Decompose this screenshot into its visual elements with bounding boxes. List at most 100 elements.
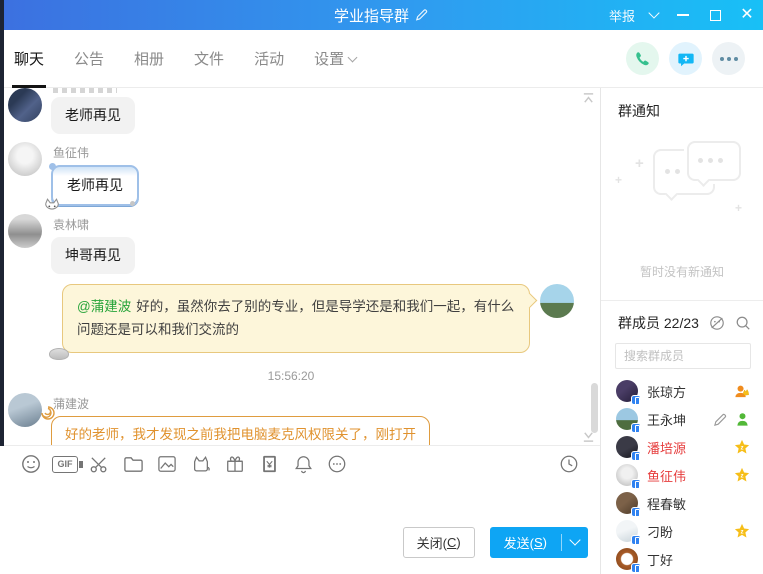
message-input[interactable] (0, 482, 600, 520)
members-header: 群成员 22/23 (601, 301, 763, 341)
create-chat-button[interactable] (669, 42, 702, 75)
window-title: 学业指导群 (334, 5, 409, 26)
message-bubble-orange[interactable]: 好的老师，我才发现之前我把电脑麦克风权限关了，刚打开 (51, 416, 430, 445)
send-button-group: 发送(S) (490, 527, 588, 558)
sender-name: 鱼征伟 (53, 144, 139, 161)
sidebar: 群通知 + + + 暂时没有新通知 群成员 22/23 (600, 88, 763, 574)
member-search-input[interactable] (615, 343, 751, 369)
message-row: 袁林啸 坤哥再见 (8, 214, 574, 274)
sticker-bag-button[interactable] (184, 449, 218, 479)
plus-decoration: + (615, 173, 622, 187)
member-name: 丁好 (647, 550, 673, 569)
bell-icon (294, 454, 313, 474)
send-options-button[interactable] (562, 527, 588, 558)
message-row: 老师再见 (8, 88, 574, 134)
voice-call-button[interactable] (626, 42, 659, 75)
star-badge-icon: z (734, 523, 750, 539)
maximize-button[interactable] (699, 0, 731, 30)
clock-icon (559, 454, 579, 474)
gif-icon: GIF (52, 456, 78, 473)
report-chevron-icon[interactable] (641, 0, 667, 30)
red-packet-button[interactable] (252, 449, 286, 479)
avatar[interactable] (540, 284, 574, 318)
svg-text:z: z (740, 529, 743, 536)
send-image-button[interactable] (150, 449, 184, 479)
member-row[interactable]: 鱼征伟 z (601, 461, 763, 489)
member-row[interactable]: 张琼方 (601, 377, 763, 405)
send-file-button[interactable] (116, 449, 150, 479)
notice-empty-text: 暂时没有新通知 (601, 263, 763, 280)
member-row[interactable]: 潘培源 z (601, 433, 763, 461)
group-owner-icon (733, 383, 750, 399)
message-list[interactable]: 老师再见 鱼征伟 老师再见 (0, 88, 600, 445)
member-row[interactable]: 丁好 (601, 545, 763, 573)
more-actions-button[interactable] (712, 42, 745, 75)
send-button[interactable]: 发送(S) (490, 527, 561, 558)
avatar[interactable] (8, 142, 42, 176)
tab-announcement[interactable]: 公告 (74, 30, 104, 88)
report-button[interactable]: 举报 (603, 6, 641, 25)
scroll-to-top-icon[interactable] (582, 92, 595, 105)
member-name: 王永坤 (647, 410, 686, 429)
member-list[interactable]: 张琼方 王永坤 潘培源 z (601, 377, 763, 574)
gif-button[interactable]: GIF (48, 449, 82, 479)
emoji-button[interactable] (14, 449, 48, 479)
minimize-button[interactable] (667, 0, 699, 30)
member-row[interactable]: 王永坤 (601, 405, 763, 433)
mention-text[interactable]: @蒲建波 (77, 299, 131, 314)
group-notice-title: 群通知 (601, 88, 763, 131)
star-badge-icon: z (734, 439, 750, 455)
gift-icon (225, 454, 245, 474)
search-icon[interactable] (735, 315, 751, 331)
avatar (616, 436, 638, 458)
tab-chat[interactable]: 聊天 (14, 30, 44, 88)
window-edge (0, 0, 4, 446)
svg-text:z: z (740, 445, 743, 452)
edit-title-icon[interactable] (415, 8, 429, 22)
mobile-online-icon (631, 423, 641, 433)
swirl-decoration-icon (40, 405, 56, 421)
titlebar: 学业指导群 举报 ✕ (0, 0, 763, 30)
tab-album[interactable]: 相册 (134, 30, 164, 88)
scrollbar-thumb[interactable] (591, 383, 598, 433)
close-button[interactable]: ✕ (731, 0, 763, 30)
cat-bag-icon (191, 455, 211, 474)
member-row[interactable]: 刁盼 z (601, 517, 763, 545)
avatar[interactable] (8, 214, 42, 248)
chat-plus-icon (677, 50, 695, 68)
mute-member-icon[interactable] (709, 315, 725, 331)
notice-empty-illustration: + + + (601, 131, 763, 259)
message-bubble-mention[interactable]: @蒲建波好的，虽然你去了别的专业，但是导学还是和我们一起，有什么问题还是可以和我… (62, 284, 530, 353)
sender-name: 蒲建波 (53, 395, 430, 412)
message-bubble[interactable]: 坤哥再见 (51, 237, 135, 274)
gift-button[interactable] (218, 449, 252, 479)
tab-activity[interactable]: 活动 (254, 30, 284, 88)
screenshot-button[interactable] (82, 449, 116, 479)
input-toolbar: GIF (0, 445, 600, 482)
message-bubble[interactable]: 老师再见 (51, 97, 135, 134)
message-row: 鱼征伟 老师再见 (8, 142, 574, 206)
edit-card-icon[interactable] (713, 412, 728, 427)
sender-name-clipped (53, 88, 117, 93)
close-chat-button[interactable]: 关闭(C) (403, 527, 475, 558)
hat-sticker (49, 348, 69, 360)
avatar (616, 548, 638, 570)
folder-icon (123, 455, 144, 473)
avatar[interactable] (8, 393, 42, 427)
timestamp: 15:56:20 (8, 369, 574, 383)
avatar (616, 520, 638, 542)
message-bubble-decorated[interactable]: 老师再见 (51, 165, 139, 206)
plus-decoration: + (735, 201, 742, 215)
message-row-outgoing: @蒲建波好的，虽然你去了别的专业，但是导学还是和我们一起，有什么问题还是可以和我… (8, 284, 574, 353)
avatar[interactable] (8, 88, 42, 122)
member-row[interactable]: 程春敏 (601, 489, 763, 517)
notify-button[interactable] (286, 449, 320, 479)
tab-settings[interactable]: 设置 (314, 30, 356, 88)
member-search (615, 343, 751, 369)
message-history-button[interactable] (552, 449, 586, 479)
ellipsis-icon (720, 57, 738, 61)
bubble-decoration (49, 163, 56, 170)
more-tools-button[interactable] (320, 449, 354, 479)
member-name: 刁盼 (647, 522, 673, 541)
tab-files[interactable]: 文件 (194, 30, 224, 88)
